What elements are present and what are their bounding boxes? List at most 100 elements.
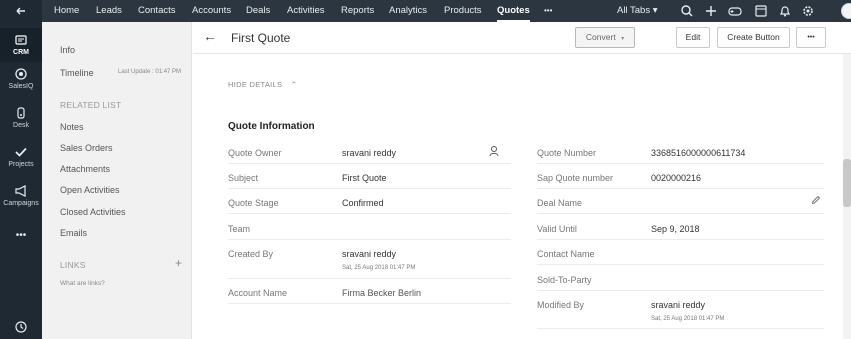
field-label: Sold-To-Party [537, 275, 592, 285]
record-sidebar: Info Timeline Last Update : 01:47 PM REL… [42, 22, 192, 339]
field-divider [228, 303, 511, 304]
chevron-up-icon: ⌃ [290, 80, 298, 89]
all-tabs-dropdown[interactable]: All Tabs ▾ [617, 0, 658, 22]
page-title: First Quote [231, 31, 291, 45]
field-value[interactable]: Firma Becker Berlin [342, 288, 421, 298]
rail-item-campaigns[interactable]: Campaigns [0, 184, 42, 207]
field-label: Created By [228, 249, 274, 259]
record-header: ← First Quote Convert ▾ Edit Create Butt… [193, 22, 851, 54]
field-divider [228, 163, 511, 164]
field-divider [228, 188, 511, 189]
edit-button[interactable]: Edit [676, 27, 710, 48]
field-label: Account Name [228, 288, 288, 298]
search-icon[interactable] [679, 3, 695, 19]
salesiq-icon [15, 68, 27, 80]
calendar-icon[interactable] [753, 3, 769, 19]
sidebar-info[interactable]: Info [60, 45, 75, 55]
bell-icon[interactable] [777, 3, 793, 19]
sidebar-item-sales-orders[interactable]: Sales Orders [60, 143, 113, 153]
field-value[interactable]: First Quote [342, 173, 387, 183]
chevron-down-icon: ▾ [621, 36, 625, 42]
field-divider [228, 213, 511, 214]
rail-more-button[interactable]: ••• [0, 230, 42, 241]
nav-products[interactable]: Products [444, 0, 482, 22]
nav-more-button[interactable]: ••• [544, 0, 552, 22]
crm-icon [15, 35, 27, 45]
field-label: Quote Number [537, 148, 597, 158]
rail-item-salesiq[interactable]: SalesIQ [0, 67, 42, 90]
nav-reports[interactable]: Reports [341, 0, 374, 22]
field-value[interactable]: 0020000216 [651, 173, 701, 183]
field-divider [537, 290, 824, 291]
app-menu-icon[interactable] [0, 4, 42, 20]
field-value[interactable]: Sep 9, 2018 [651, 224, 700, 234]
user-icon[interactable] [489, 145, 500, 157]
plus-icon[interactable] [703, 3, 719, 19]
rail-item-crm[interactable]: CRM [0, 28, 42, 62]
nav-contacts[interactable]: Contacts [138, 0, 176, 22]
rail-label: Projects [8, 161, 34, 168]
field-divider [537, 163, 824, 164]
rail-item-desk[interactable]: Desk [0, 106, 42, 129]
sidebar-item-open-activities[interactable]: Open Activities [60, 185, 120, 195]
settings-gear-icon[interactable] [800, 3, 816, 19]
field-label: Sap Quote number [537, 173, 614, 183]
app-rail: CRM SalesIQ Desk Projects Campaigns ••• [0, 0, 42, 339]
sidebar-item-closed-activities[interactable]: Closed Activities [60, 207, 126, 217]
user-avatar[interactable] [841, 3, 851, 19]
nav-activities[interactable]: Activities [287, 0, 324, 22]
field-value[interactable]: sravani reddy [651, 300, 705, 310]
sidebar-timeline[interactable]: Timeline [60, 68, 94, 78]
field-divider [537, 213, 824, 214]
pencil-icon[interactable] [811, 195, 821, 205]
convert-label: Convert [585, 32, 616, 42]
links-heading: LINKS [60, 260, 86, 270]
rail-label: Desk [13, 122, 29, 129]
checkmark-icon [15, 147, 27, 157]
nav-quotes[interactable]: Quotes [497, 0, 530, 22]
scrollbar-thumb[interactable] [843, 159, 851, 207]
sidebar-item-attachments[interactable]: Attachments [60, 164, 110, 174]
nav-accounts[interactable]: Accounts [192, 0, 231, 22]
rail-item-projects[interactable]: Projects [0, 145, 42, 168]
rail-history[interactable] [0, 320, 42, 336]
field-divider [537, 328, 824, 329]
field-divider [228, 278, 511, 279]
back-arrow-icon[interactable]: ← [203, 28, 217, 44]
nav-deals[interactable]: Deals [246, 0, 270, 22]
field-divider [228, 239, 511, 240]
rail-label: SalesIQ [8, 83, 34, 90]
nav-analytics[interactable]: Analytics [389, 0, 427, 22]
convert-button[interactable]: Convert ▾ [575, 27, 635, 48]
field-label: Team [228, 224, 251, 234]
sidebar-item-notes[interactable]: Notes [60, 122, 84, 132]
field-value[interactable]: Confirmed [342, 198, 384, 208]
add-link-button[interactable]: + [175, 256, 182, 270]
nav-home[interactable]: Home [54, 0, 79, 22]
what-are-links-link[interactable]: What are links? [60, 280, 105, 287]
create-button[interactable]: Create Button [717, 27, 790, 48]
megaphone-icon [15, 185, 26, 197]
section-title: Quote Information [228, 121, 315, 132]
rail-label: Campaigns [3, 200, 39, 207]
field-label: Subject [228, 173, 259, 183]
field-divider [537, 239, 824, 240]
scrollbar-track[interactable] [843, 54, 851, 339]
record-detail: ← First Quote Convert ▾ Edit Create Butt… [193, 22, 851, 339]
sidebar-item-emails[interactable]: Emails [60, 228, 87, 238]
hide-details-toggle[interactable]: HIDE DETAILS ⌃ [228, 80, 297, 89]
field-value[interactable]: 3368516000000611734 [651, 148, 745, 158]
clock-icon [15, 321, 27, 333]
field-value[interactable]: sravani reddy [342, 249, 396, 259]
field-divider [537, 188, 824, 189]
field-label: Valid Until [537, 224, 577, 234]
nav-leads[interactable]: Leads [96, 0, 122, 22]
more-actions-button[interactable]: ••• [796, 27, 826, 48]
exit-icon [16, 7, 25, 15]
field-label: Deal Name [537, 198, 583, 208]
gamepad-icon[interactable] [727, 3, 743, 19]
field-label: Quote Stage [228, 198, 279, 208]
field-timestamp: Sat, 25 Aug 2018 01:47 PM [342, 265, 416, 271]
field-value[interactable]: sravani reddy [342, 148, 396, 158]
related-list-heading: RELATED LIST [60, 100, 122, 110]
